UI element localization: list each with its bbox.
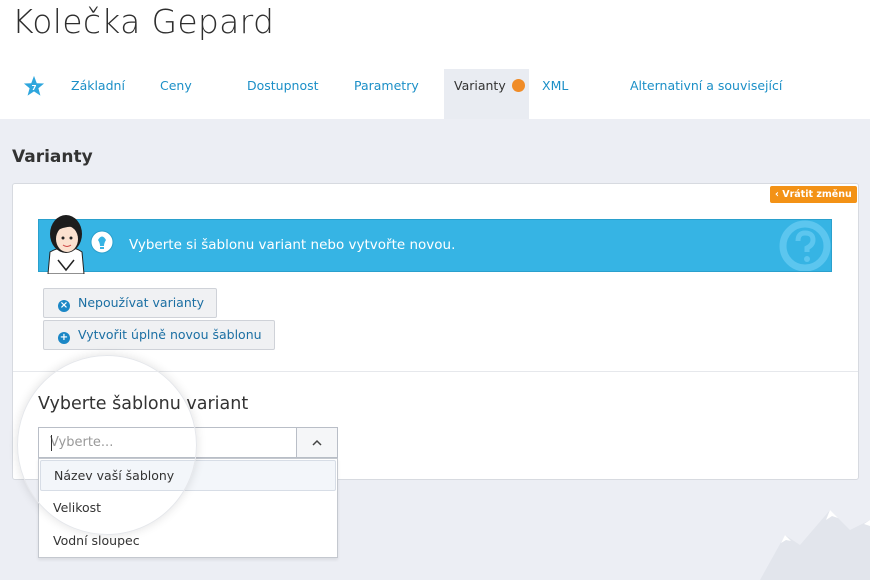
template-select[interactable]: Vyberte... — [38, 427, 338, 458]
divider — [13, 371, 858, 372]
tab-varianty[interactable]: Varianty — [444, 69, 529, 119]
info-banner: Vyberte si šablonu variant nebo vytvořte… — [38, 215, 832, 274]
text-cursor — [51, 435, 52, 451]
help-question-icon — [779, 220, 831, 271]
tab-varianty-label: Varianty — [454, 78, 506, 93]
tab-xml[interactable]: XML — [542, 78, 568, 93]
tab-ceny[interactable]: Ceny — [160, 78, 192, 93]
template-dropdown: Název vaší šablony Velikost Vodní sloupe… — [38, 458, 338, 558]
dropdown-option[interactable]: Velikost — [39, 492, 337, 524]
tab-bar: 7 Základní Ceny Dostupnost Parametry Var… — [0, 69, 870, 119]
dropdown-option[interactable]: Vodní sloupec — [39, 525, 337, 557]
tab-zakladni[interactable]: Základní — [71, 78, 125, 93]
dropdown-option[interactable]: Název vaší šablony — [40, 460, 336, 491]
status-dot-icon — [511, 79, 525, 92]
template-select-label: Vyberte šablonu variant — [38, 394, 249, 414]
page-title: Kolečka Gepard — [12, 2, 275, 41]
banner-text: Vyberte si šablonu variant nebo vytvořte… — [129, 237, 456, 253]
close-circle-icon: × — [58, 300, 70, 312]
tab-parametry[interactable]: Parametry — [354, 78, 419, 93]
new-template-button[interactable]: + Vytvořit úplně novou šablonu — [43, 320, 275, 350]
section-title: Varianty — [12, 147, 93, 167]
tab-dostupnost[interactable]: Dostupnost — [247, 78, 319, 93]
star-badge: 7 — [31, 83, 36, 92]
no-variants-button[interactable]: × Nepoužívat varianty — [43, 288, 218, 318]
revert-label: Vrátit změnu — [782, 189, 852, 200]
select-placeholder: Vyberte... — [50, 435, 114, 450]
tab-alternativni[interactable]: Alternativní a související — [630, 78, 782, 93]
revert-button[interactable]: ‹ Vrátit změnu — [770, 186, 857, 203]
star-icon[interactable]: 7 — [23, 75, 45, 97]
plus-circle-icon: + — [58, 332, 70, 344]
no-variants-label: Nepoužívat varianty — [78, 295, 205, 310]
select-toggle[interactable] — [296, 428, 337, 457]
header-bar: Kolečka Gepard 7 Základní Ceny Dostupnos… — [0, 0, 870, 119]
assistant-girl-icon — [47, 215, 114, 274]
chevron-up-icon — [312, 439, 322, 446]
mountains-decoration — [760, 510, 870, 580]
new-template-label: Vytvořit úplně novou šablonu — [78, 327, 262, 342]
